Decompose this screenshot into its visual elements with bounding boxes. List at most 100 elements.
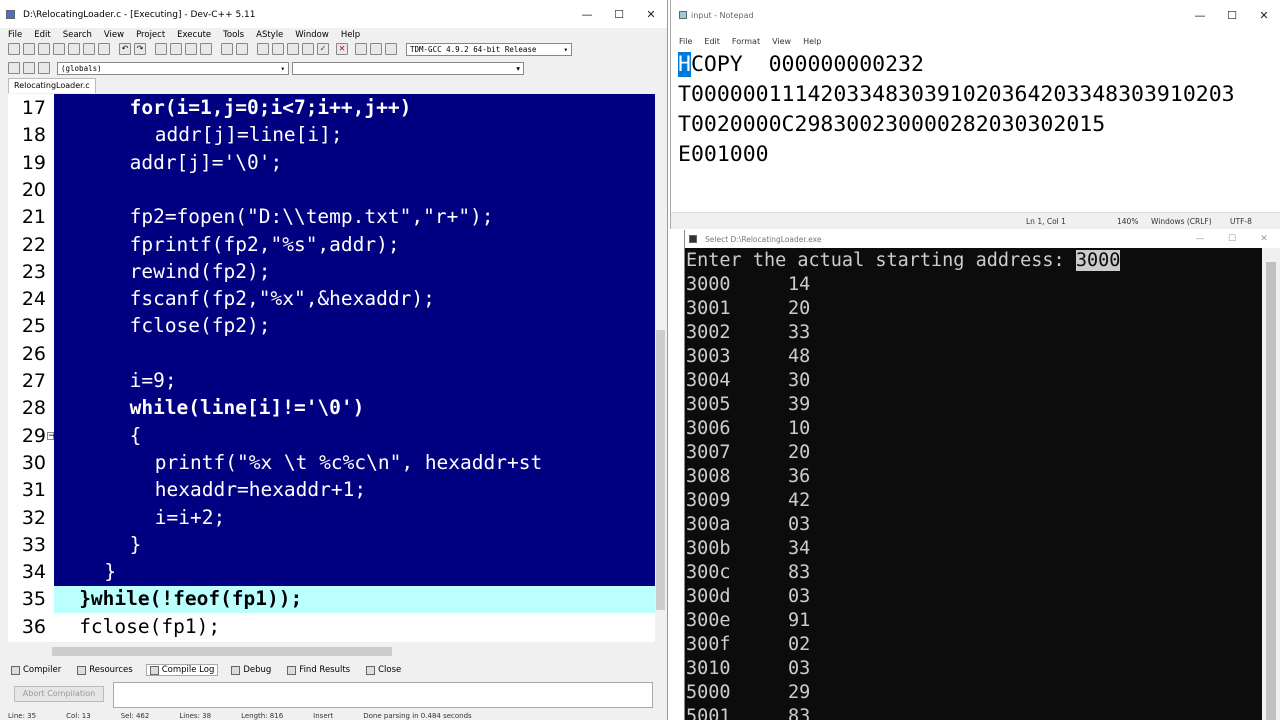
goto-line-icon[interactable]	[200, 43, 212, 55]
check-icon[interactable]: ✓	[317, 43, 329, 55]
minimize-icon[interactable]: —	[1184, 234, 1216, 244]
undo-icon[interactable]: ↶	[119, 43, 131, 55]
tab-label: Close	[378, 665, 402, 675]
maximize-icon[interactable]: ☐	[603, 8, 635, 21]
editor-hscroll-thumb[interactable]	[52, 647, 392, 656]
replace-icon[interactable]	[170, 43, 182, 55]
code-text: i=9;	[129, 369, 177, 392]
close-icon[interactable]: ✕	[635, 8, 667, 21]
code-line: }	[54, 531, 655, 558]
file-tab[interactable]: RelocatingLoader.c	[8, 78, 96, 93]
output-row: 3010 03	[686, 657, 1262, 681]
menu-item-edit[interactable]: Edit	[704, 37, 720, 46]
fold-collapse-icon[interactable]: −	[47, 431, 56, 440]
profile-icon[interactable]	[370, 43, 382, 55]
find-next-icon[interactable]	[185, 43, 197, 55]
line-number: 20	[21, 178, 46, 201]
function-select[interactable]: ▾	[292, 61, 524, 75]
rebuild-icon[interactable]	[302, 43, 314, 55]
output-row: 3005 39	[686, 393, 1262, 417]
maximize-icon[interactable]: ☐	[1216, 9, 1248, 22]
run-icon[interactable]	[272, 43, 284, 55]
indent-icon[interactable]	[221, 43, 233, 55]
new-file-icon[interactable]	[8, 43, 20, 55]
goto-bookmark-icon[interactable]	[38, 62, 50, 74]
code-editor[interactable]: 17 18 19 20 21 22 23 24 25 26 27 28 29 30 31 32 33 34 35 36…	[8, 94, 655, 642]
minimize-icon[interactable]: —	[571, 8, 603, 21]
unindent-icon[interactable]	[236, 43, 248, 55]
menu-item-file[interactable]: File	[8, 30, 22, 40]
maximize-icon[interactable]: ☐	[1216, 234, 1248, 244]
devcpp-title: D:\RelocatingLoader.c - [Executing] - De…	[23, 9, 256, 20]
text-line: E001000	[678, 140, 1280, 170]
menu-item-file[interactable]: File	[679, 37, 692, 46]
line-number: 19	[21, 151, 46, 174]
print-icon[interactable]	[98, 43, 110, 55]
menu-item-format[interactable]: Format	[732, 37, 760, 46]
code-text: fscanf(fp2,"%x",&hexaddr);	[129, 287, 435, 311]
redo-icon[interactable]: ↷	[134, 43, 146, 55]
abort-compilation-button[interactable]: Abort Compilation	[14, 686, 104, 702]
prompt-line: Enter the actual starting address: 3000	[686, 249, 1262, 273]
bottom-tabs: Compiler Resources Compile Log Debug Find Re…	[8, 662, 404, 678]
output-row: 300d 03	[686, 585, 1262, 609]
minimize-icon[interactable]: —	[1184, 9, 1216, 22]
menu-item-help[interactable]: Help	[803, 37, 821, 46]
devcpp-titlebar: D:\RelocatingLoader.c - [Executing] - De…	[0, 0, 667, 30]
code-line: hexaddr=hexaddr+1;	[54, 476, 655, 503]
save-all-icon[interactable]	[53, 43, 65, 55]
open-file-icon[interactable]	[23, 43, 35, 55]
console-output[interactable]: Enter the actual starting address: 3000 3…	[686, 248, 1262, 720]
close-all-icon[interactable]	[83, 43, 95, 55]
console-window: Select D:\RelocatingLoader.exe — ☐ ✕ Ent…	[684, 230, 1280, 720]
debug-icon[interactable]	[385, 43, 397, 55]
tab-resources[interactable]: Resources	[74, 665, 135, 675]
chart-icon[interactable]	[355, 43, 367, 55]
close-file-icon[interactable]	[68, 43, 80, 55]
menu-item-project[interactable]: Project	[136, 30, 165, 40]
menu-item-edit[interactable]: Edit	[34, 30, 50, 40]
save-icon[interactable]	[38, 43, 50, 55]
menu-item-window[interactable]: Window	[295, 30, 329, 40]
menu-item-execute[interactable]: Execute	[177, 30, 211, 40]
value-cell: 91	[788, 610, 811, 631]
value-cell: 14	[788, 274, 811, 295]
close-icon[interactable]: ✕	[1248, 234, 1280, 244]
menu-item-view[interactable]: View	[104, 30, 124, 40]
console-scroll-thumb[interactable]	[1266, 262, 1276, 720]
tab-find-results[interactable]: Find Results	[284, 665, 353, 675]
menu-item-astyle[interactable]: AStyle	[256, 30, 283, 40]
output-row: 3003 48	[686, 345, 1262, 369]
tab-compiler[interactable]: Compiler	[8, 665, 64, 675]
close-icon[interactable]: ✕	[1248, 9, 1280, 22]
compile-icon[interactable]	[257, 43, 269, 55]
output-row: 300e 91	[686, 609, 1262, 633]
compile-run-icon[interactable]	[287, 43, 299, 55]
tab-label: Resources	[89, 665, 133, 675]
value-cell: 03	[788, 658, 811, 679]
line-number: 23	[21, 260, 46, 283]
find-icon[interactable]	[155, 43, 167, 55]
line-number: 25	[21, 315, 46, 338]
editor-vscroll-thumb[interactable]	[656, 330, 665, 610]
code-text: fprintf(fp2,"%s",addr);	[129, 232, 400, 256]
tab-debug[interactable]: Debug	[228, 665, 274, 675]
bookmark-icon[interactable]	[23, 62, 35, 74]
code-line: for(i=1,j=0;i<7;i++,j++)	[54, 94, 655, 121]
stop-icon[interactable]: ✕	[336, 43, 348, 55]
line-number: 34	[21, 561, 46, 584]
tab-close[interactable]: Close	[363, 665, 404, 675]
address-cell: 3004	[686, 370, 731, 391]
menu-item-view[interactable]: View	[772, 37, 791, 46]
scope-select[interactable]: (globals) ▾	[57, 61, 289, 75]
menu-item-tools[interactable]: Tools	[223, 30, 244, 40]
code-line: fprintf(fp2,"%s",addr);	[54, 231, 655, 258]
insert-icon[interactable]	[8, 62, 20, 74]
notepad-text-area[interactable]: HCOPY 000000000232 T000000111420334830391…	[678, 50, 1280, 210]
console-scrollbar[interactable]	[1262, 248, 1280, 720]
compile-log-icon	[149, 665, 159, 675]
menu-item-search[interactable]: Search	[63, 30, 92, 40]
tab-compile-log[interactable]: Compile Log	[145, 664, 219, 676]
menu-item-help[interactable]: Help	[341, 30, 360, 40]
compiler-select[interactable]: TDM-GCC 4.9.2 64-bit Release ▾	[406, 42, 572, 56]
